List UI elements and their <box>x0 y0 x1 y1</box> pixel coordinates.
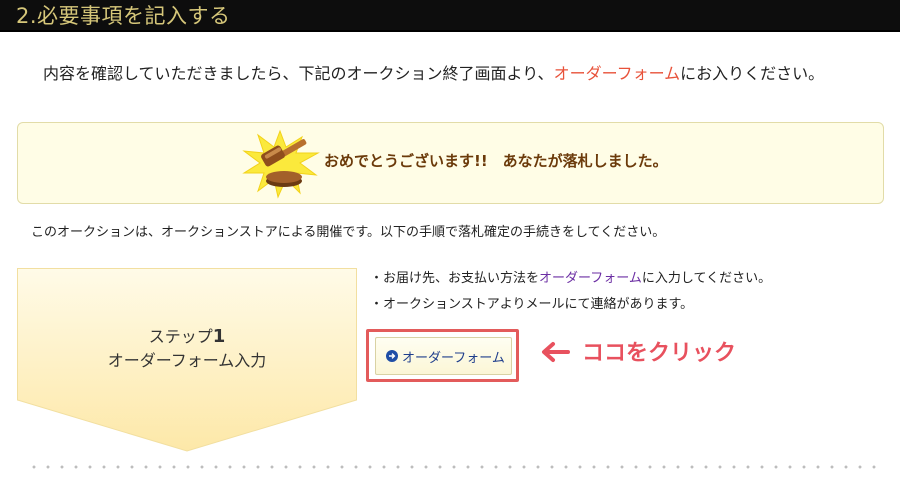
order-form-button-label: オーダーフォーム <box>402 350 505 366</box>
dotted-divider <box>27 465 877 469</box>
instruction-text: に入力してください。 <box>641 271 772 286</box>
instruction-text: ・お届け先、お支払い方法を <box>370 271 540 286</box>
step-panel: ステップ1 オーダーフォーム入力 <box>17 268 357 452</box>
step-word: ステップ <box>148 327 213 346</box>
section-title: 2.必要事項を記入する <box>16 4 231 28</box>
congrats-message: おめでとうございます!! あなたが落札しました。 <box>324 152 668 170</box>
intro-text: 内容を確認していただきましたら、下記のオークション終了画面より、オーダーフォーム… <box>43 62 824 86</box>
intro-order-form-link[interactable]: オーダーフォーム <box>554 64 681 83</box>
instruction-item: ・オークションストアよりメールにて連絡があります。 <box>370 297 694 312</box>
arrow-right-circle-icon <box>386 350 398 362</box>
click-hint-text: ココをクリック <box>582 341 737 366</box>
intro-text-before: 内容を確認していただきましたら、下記のオークション終了画面より、 <box>43 64 554 83</box>
click-hint: ココをクリック <box>540 339 736 369</box>
section-header: 2.必要事項を記入する <box>0 0 900 32</box>
step-number: 1 <box>212 326 226 347</box>
step-number-label: ステップ1 <box>17 326 357 348</box>
order-form-button[interactable]: オーダーフォーム <box>375 337 512 375</box>
arrow-left-icon <box>540 341 570 367</box>
intro-text-after: にお入りください。 <box>680 64 825 83</box>
auction-note: このオークションは、オークションストアによる開催です。以下の手順で落札確定の手続… <box>31 225 666 240</box>
step-name: オーダーフォーム入力 <box>107 351 267 370</box>
instruction-order-form-link[interactable]: オーダーフォーム <box>539 271 642 286</box>
gavel-icon <box>240 127 324 199</box>
instruction-item: ・お届け先、お支払い方法をオーダーフォームに入力してください。 <box>370 269 771 289</box>
congrats-box: おめでとうございます!! あなたが落札しました。 <box>17 122 884 204</box>
instruction-list: ・お届け先、お支払い方法をオーダーフォームに入力してください。 ・オークションス… <box>370 269 771 321</box>
